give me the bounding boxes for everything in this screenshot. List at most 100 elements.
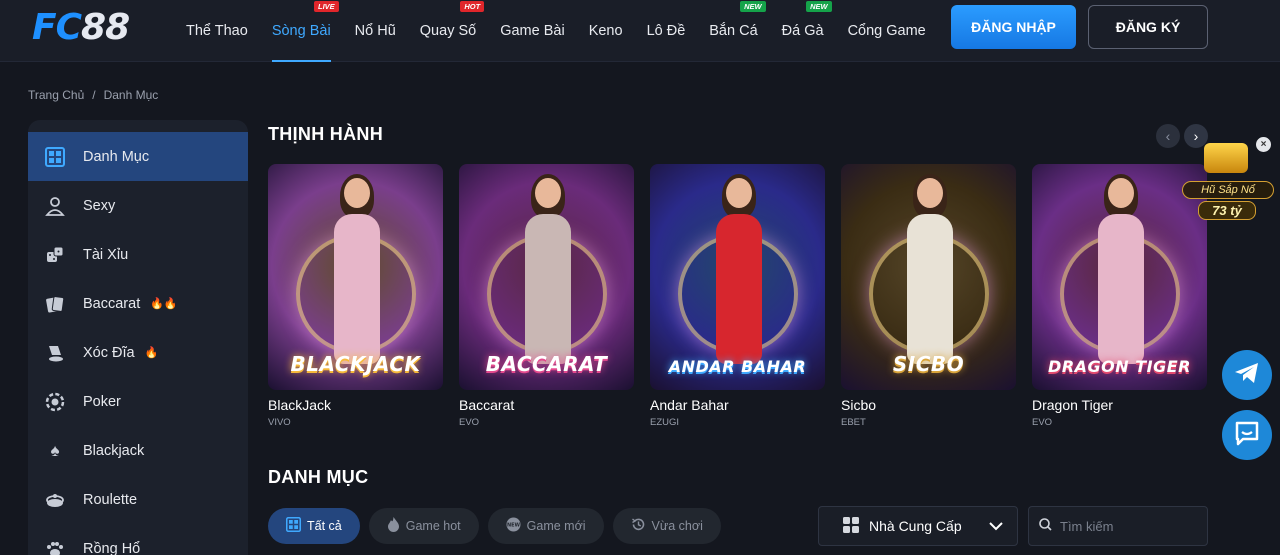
breadcrumb: Trang Chủ / Danh Mục [28, 88, 158, 102]
sidebar-item-danh-muc[interactable]: Danh Mục [28, 132, 248, 181]
dealer-figure [903, 174, 957, 368]
sidebar-item-tai-xiu[interactable]: Tài Xỉu [28, 230, 248, 279]
sidebar-item-label: Danh Mục [83, 148, 150, 165]
sidebar-item-blackjack[interactable]: ♠ Blackjack [28, 426, 248, 475]
category-filters: Tất cả Game hot NEW Game mới Vừa chơi [268, 508, 721, 544]
filter-vua-choi[interactable]: Vừa chơi [612, 508, 721, 544]
game-card[interactable]: DRAGON TIGER Dragon Tiger EVO [1032, 164, 1207, 428]
nav-game-bai[interactable]: Game Bài [500, 0, 564, 62]
new-badge: NEW [806, 1, 832, 12]
search-icon [1039, 518, 1052, 534]
trending-title: THỊNH HÀNH [268, 124, 383, 144]
spade-icon: ♠ [50, 440, 60, 460]
game-card[interactable]: BLACKJACK BlackJack VIVO [268, 164, 443, 428]
breadcrumb-home[interactable]: Trang Chủ [28, 88, 84, 102]
game-name[interactable]: Dragon Tiger [1032, 397, 1207, 413]
filter-game-hot[interactable]: Game hot [368, 508, 479, 544]
game-name[interactable]: BlackJack [268, 397, 443, 413]
game-thumbnail[interactable]: BACCARAT [459, 164, 634, 390]
game-thumbnail[interactable]: BLACKJACK [268, 164, 443, 390]
sidebar-item-label: Tài Xỉu [83, 246, 129, 263]
nav-keno[interactable]: Keno [589, 0, 623, 62]
fire-icon: 🔥 [144, 347, 159, 359]
nav-quay-so[interactable]: Quay Số HOT [420, 0, 485, 62]
card-art-title: BLACKJACK [290, 352, 421, 376]
grid-icon [44, 146, 66, 168]
sidebar-item-label: Sexy [83, 197, 116, 214]
search-input[interactable] [1060, 518, 1190, 534]
main-nav: Thể Thao Sòng Bài LIVE Nổ Hũ Quay Số HOT G… [186, 0, 950, 62]
history-icon [631, 517, 646, 535]
game-card[interactable]: SICBO Sicbo EBET [841, 164, 1016, 428]
grid-icon [286, 517, 301, 535]
jackpot-amount: 73 tỷ [1198, 201, 1256, 220]
cards-icon [44, 293, 66, 315]
treasure-chest-icon [1204, 143, 1248, 173]
nav-song-bai[interactable]: Sòng Bài LIVE [271, 0, 339, 62]
filter-game-moi[interactable]: NEW Game mới [487, 508, 604, 544]
close-icon[interactable]: × [1256, 137, 1271, 152]
paw-icon [44, 538, 66, 555]
live-chat-button[interactable] [1222, 410, 1272, 460]
sidebar-item-label: Xóc Đĩa [83, 344, 135, 361]
sidebar-item-rong-ho[interactable]: Rồng Hổ [28, 524, 248, 555]
register-button[interactable]: ĐĂNG KÝ [1088, 5, 1208, 49]
filter-label: Game mới [526, 519, 586, 533]
new-icon: NEW [506, 517, 521, 535]
game-thumbnail[interactable]: ANDAR BAHAR [650, 164, 825, 390]
game-name[interactable]: Andar Bahar [650, 397, 825, 413]
game-name[interactable]: Baccarat [459, 397, 634, 413]
game-card[interactable]: BACCARAT Baccarat EVO [459, 164, 634, 428]
dealer-figure [1094, 174, 1148, 368]
filter-all[interactable]: Tất cả [268, 508, 360, 544]
categories-title: DANH MỤC [268, 467, 369, 487]
game-card[interactable]: ANDAR BAHAR Andar Bahar EZUGI [650, 164, 825, 428]
fc88-logo[interactable]: FC88 [32, 10, 130, 46]
chevron-down-icon [989, 518, 1003, 534]
game-thumbnail[interactable]: DRAGON TIGER [1032, 164, 1207, 390]
game-provider: EVO [459, 417, 480, 428]
telegram-button[interactable] [1222, 350, 1272, 400]
shaker-icon [44, 342, 66, 364]
nav-cong-game[interactable]: Cổng Game [848, 0, 926, 62]
sidebar-item-label: Poker [83, 393, 121, 410]
nav-lo-de[interactable]: Lô Đề [647, 0, 686, 62]
provider-select[interactable]: Nhà Cung Cấp [818, 506, 1018, 546]
game-name[interactable]: Sicbo [841, 397, 1016, 413]
grid-icon [843, 516, 859, 536]
sidebar-item-baccarat[interactable]: Baccarat 🔥🔥 [28, 279, 248, 328]
search-box[interactable] [1028, 506, 1208, 546]
trending-cards: BLACKJACK BlackJack VIVO BACCARAT Baccar… [268, 164, 1207, 428]
game-thumbnail[interactable]: SICBO [841, 164, 1016, 390]
nav-the-thao[interactable]: Thể Thao [186, 0, 248, 62]
top-header: FC88 Thể Thao Sòng Bài LIVE Nổ Hũ Quay Số… [0, 0, 1280, 62]
fire-icon: 🔥🔥 [150, 298, 178, 310]
category-sidebar: Danh Mục Sexy Tài Xỉu Baccarat 🔥🔥 Xóc Đĩ… [28, 120, 248, 555]
provider-select-label: Nhà Cung Cấp [869, 518, 962, 534]
chevron-left-icon: ‹ [1165, 128, 1171, 144]
game-provider: VIVO [268, 417, 291, 428]
prev-arrow-button[interactable]: ‹ [1156, 124, 1180, 148]
card-art-title: SICBO [892, 352, 965, 376]
card-art-title: DRAGON TIGER [1048, 357, 1191, 376]
flame-icon [387, 517, 400, 535]
dealer-figure [521, 174, 575, 368]
filter-label: Tất cả [307, 519, 342, 533]
breadcrumb-current: Danh Mục [103, 88, 159, 102]
nav-da-ga[interactable]: Đá Gà NEW [782, 0, 832, 62]
new-badge: NEW [740, 1, 766, 12]
roulette-icon [44, 489, 66, 511]
login-button[interactable]: ĐĂNG NHẬP [951, 5, 1076, 49]
sidebar-item-sexy[interactable]: Sexy [28, 181, 248, 230]
chip-icon [44, 391, 66, 413]
sidebar-item-xoc-dia[interactable]: Xóc Đĩa 🔥 [28, 328, 248, 377]
nav-ban-ca[interactable]: Bắn Cá NEW [709, 0, 766, 62]
sidebar-item-label: Blackjack [83, 442, 145, 459]
sidebar-item-poker[interactable]: Poker [28, 377, 248, 426]
nav-no-hu[interactable]: Nổ Hũ [355, 0, 396, 62]
sidebar-item-label: Baccarat [83, 295, 141, 312]
dice-icon [44, 244, 66, 266]
game-provider: EBET [841, 417, 866, 428]
filter-label: Game hot [405, 519, 461, 533]
sidebar-item-roulette[interactable]: Roulette [28, 475, 248, 524]
